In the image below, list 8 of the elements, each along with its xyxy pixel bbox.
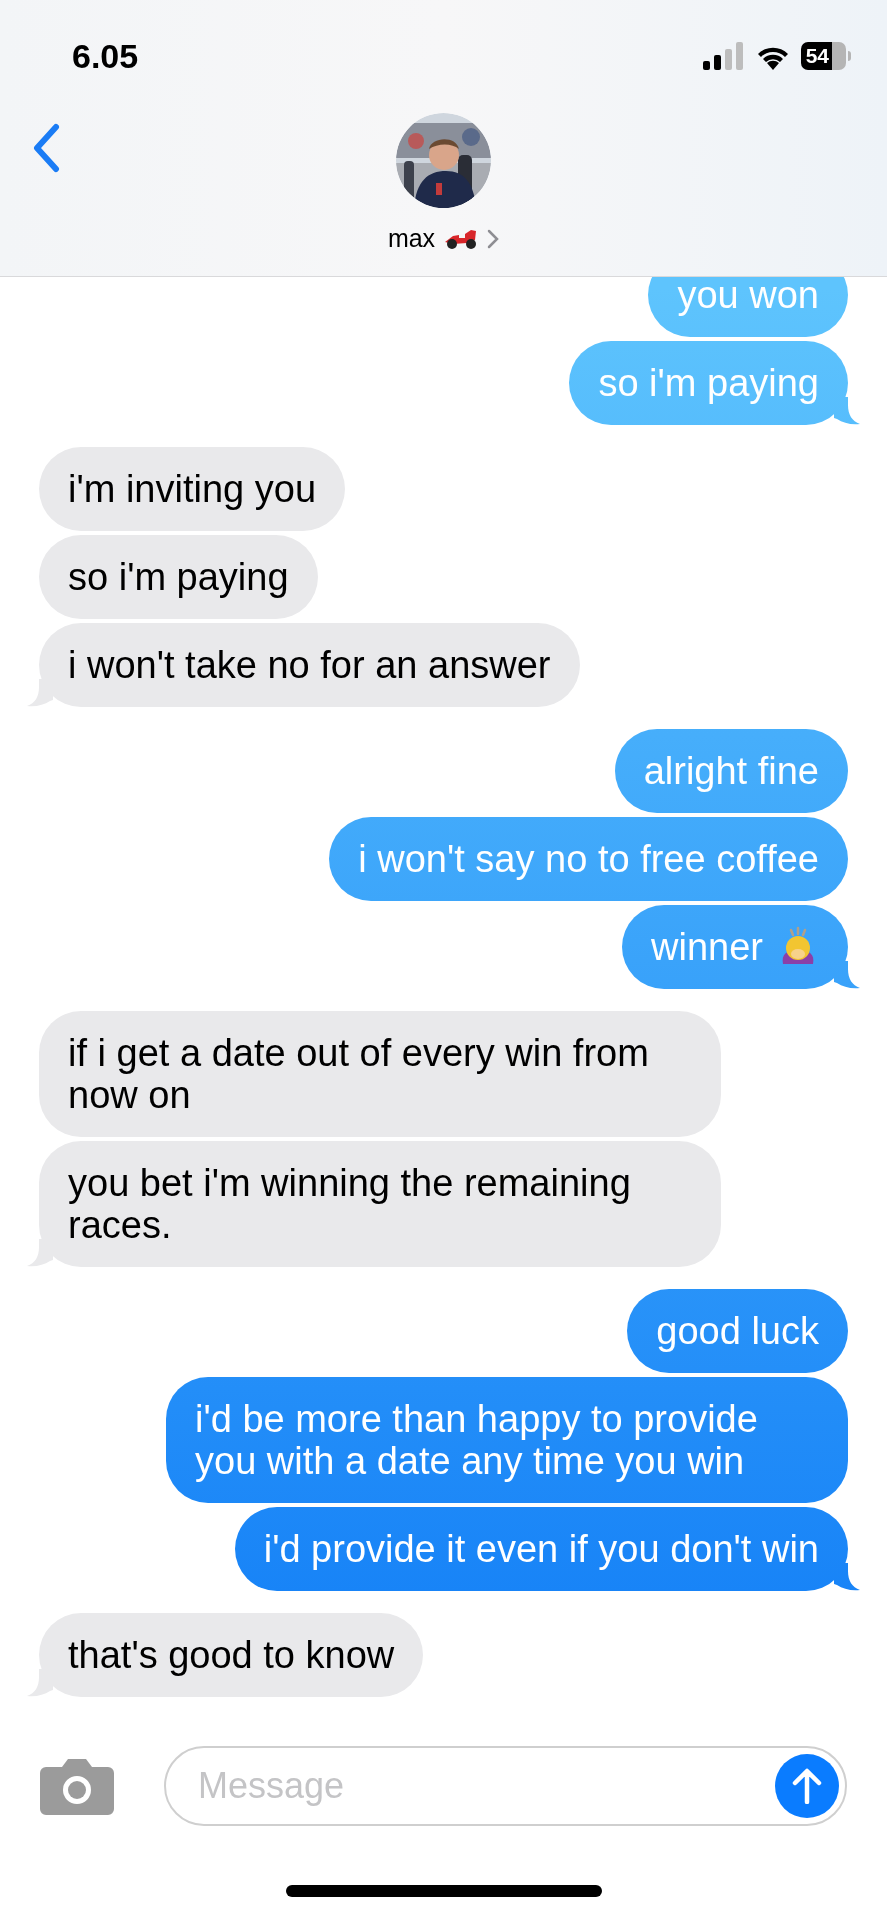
- signal-icon: [702, 42, 745, 70]
- send-button[interactable]: [775, 1754, 839, 1818]
- arrow-up-icon: [792, 1768, 822, 1804]
- camera-icon[interactable]: [40, 1757, 114, 1815]
- status-time: 6.05: [72, 35, 139, 77]
- chevron-right-icon[interactable]: [487, 228, 500, 249]
- message-field[interactable]: Message: [164, 1746, 847, 1826]
- contact-name[interactable]: max: [387, 220, 436, 258]
